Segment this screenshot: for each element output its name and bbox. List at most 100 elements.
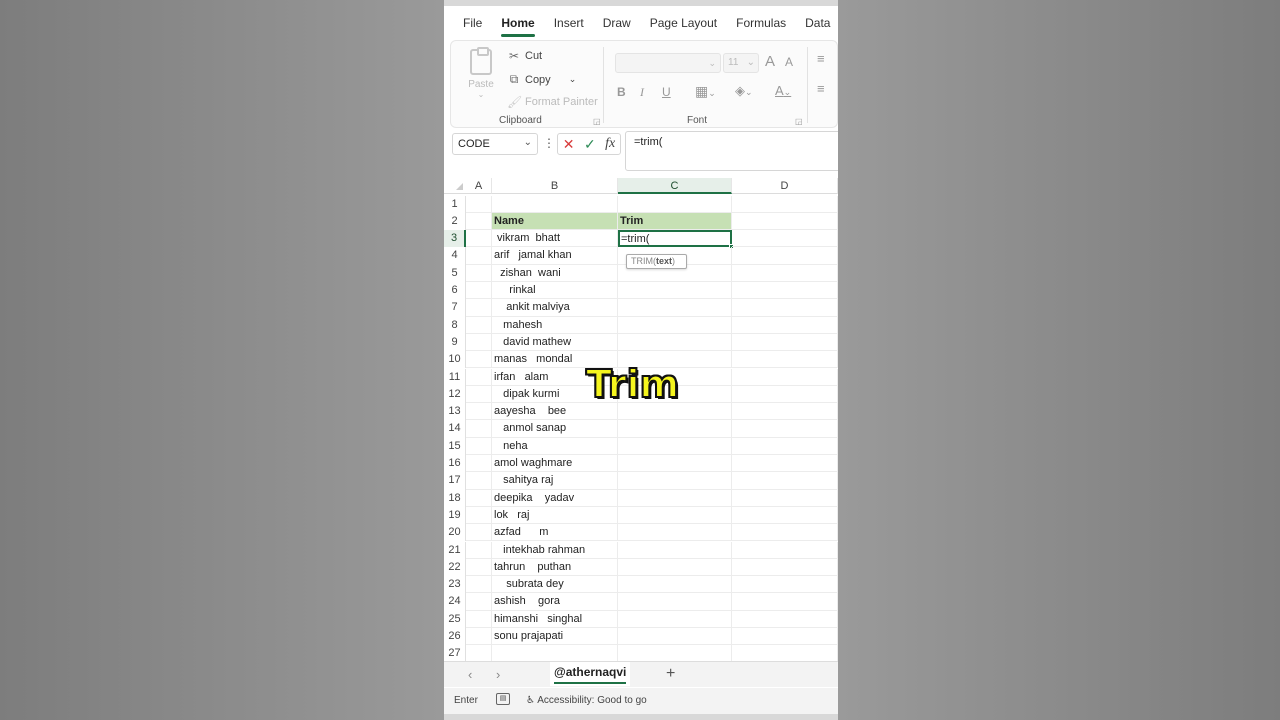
name-cell[interactable]: zishan wani — [492, 264, 618, 282]
cell[interactable] — [466, 403, 492, 421]
column-header-a[interactable]: A — [466, 178, 492, 194]
cell[interactable] — [732, 264, 838, 282]
cell[interactable] — [732, 628, 838, 646]
cell[interactable] — [618, 299, 732, 317]
sheet-tab[interactable]: @athernaqvi — [550, 662, 631, 686]
cell[interactable] — [732, 247, 838, 265]
name-box[interactable]: CODE ⌄ — [452, 133, 538, 155]
cell[interactable] — [732, 558, 838, 577]
chevron-right-icon[interactable]: › — [496, 667, 500, 682]
row-header[interactable]: 21 — [444, 541, 466, 559]
cell[interactable] — [732, 506, 838, 525]
cell[interactable] — [466, 645, 492, 663]
select-all-corner[interactable] — [444, 178, 466, 194]
cell[interactable] — [732, 299, 838, 317]
shrink-font-button[interactable]: A — [785, 55, 793, 69]
name-cell[interactable]: ankit malviya — [492, 299, 618, 317]
cell[interactable] — [618, 316, 732, 334]
cell[interactable] — [466, 282, 492, 300]
cell[interactable] — [466, 368, 492, 386]
cell[interactable] — [618, 628, 732, 646]
cell[interactable] — [732, 316, 838, 334]
name-cell[interactable]: intekhab rahman — [492, 541, 618, 559]
align-left-icon[interactable]: ≡ — [817, 81, 825, 96]
row-header[interactable]: 11 — [444, 368, 466, 386]
insert-function-icon[interactable]: fx — [605, 136, 615, 152]
fill-color-icon[interactable]: ◈⌄ — [735, 83, 753, 99]
row-header[interactable]: 10 — [444, 351, 466, 369]
cell[interactable] — [466, 455, 492, 473]
cell[interactable] — [732, 282, 838, 300]
cell[interactable] — [732, 489, 838, 507]
name-cell[interactable]: anmol sanap — [492, 420, 618, 438]
cancel-icon[interactable]: ✕ — [563, 136, 575, 153]
name-cell[interactable]: sonu prajapati — [492, 628, 618, 646]
name-cell[interactable]: david mathew — [492, 333, 618, 352]
cell[interactable] — [732, 351, 838, 369]
cell[interactable] — [466, 333, 492, 352]
tab-insert[interactable]: Insert — [554, 12, 584, 36]
cell[interactable] — [618, 333, 732, 352]
row-header[interactable]: 17 — [444, 472, 466, 490]
cell[interactable] — [466, 299, 492, 317]
column-header-b[interactable]: B — [492, 178, 618, 194]
cell[interactable] — [466, 195, 492, 213]
name-cell[interactable]: ashish gora — [492, 593, 618, 611]
cell[interactable] — [618, 506, 732, 525]
name-cell[interactable]: azfad m — [492, 524, 618, 542]
cell[interactable] — [466, 628, 492, 646]
name-cell[interactable]: arif jamal khan — [492, 247, 618, 265]
tab-page-layout[interactable]: Page Layout — [650, 12, 717, 36]
cell[interactable] — [732, 385, 838, 404]
row-header[interactable]: 4 — [444, 247, 466, 265]
row-header[interactable]: 27 — [444, 645, 466, 663]
name-cell[interactable]: lok raj — [492, 506, 618, 525]
column-header-d[interactable]: D — [732, 178, 838, 194]
cell[interactable] — [732, 368, 838, 386]
name-cell[interactable]: himanshi singhal — [492, 610, 618, 628]
cell[interactable] — [466, 437, 492, 455]
cell[interactable] — [492, 195, 618, 213]
cell[interactable] — [466, 264, 492, 282]
cell[interactable] — [732, 195, 838, 213]
cell[interactable] — [618, 472, 732, 490]
active-cell[interactable]: =trim( — [618, 230, 732, 248]
copy-button[interactable]: ⧉ Copy ⌄ — [507, 72, 577, 87]
cell[interactable] — [732, 610, 838, 628]
cell[interactable] — [732, 524, 838, 542]
cell[interactable] — [466, 420, 492, 438]
underline-button[interactable]: U — [662, 85, 671, 99]
header-cell-name[interactable]: Name — [492, 212, 618, 231]
cell[interactable] — [492, 645, 618, 663]
row-header[interactable]: 22 — [444, 558, 466, 577]
format-painter-button[interactable]: 🖌 Format Painter — [507, 95, 598, 109]
cell[interactable] — [618, 489, 732, 507]
row-header[interactable]: 9 — [444, 333, 466, 352]
cell[interactable] — [732, 333, 838, 352]
row-header[interactable]: 19 — [444, 506, 466, 525]
cell[interactable] — [466, 385, 492, 404]
tab-formulas[interactable]: Formulas — [736, 12, 786, 36]
row-header[interactable]: 20 — [444, 524, 466, 542]
row-header[interactable]: 2 — [444, 212, 466, 231]
row-header[interactable]: 23 — [444, 576, 466, 594]
paste-button[interactable]: Paste ⌄ — [465, 47, 497, 99]
cell[interactable] — [618, 576, 732, 594]
accessibility-status[interactable]: ♿︎ Accessibility: Good to go — [526, 695, 647, 706]
tab-data[interactable]: Data — [805, 12, 830, 36]
name-cell[interactable]: neha — [492, 437, 618, 455]
row-header[interactable]: 25 — [444, 610, 466, 628]
row-header[interactable]: 18 — [444, 489, 466, 507]
name-cell[interactable]: rinkal — [492, 282, 618, 300]
grow-font-button[interactable]: A — [765, 53, 775, 70]
more-options-icon[interactable]: ⋮ — [543, 136, 555, 150]
name-cell[interactable]: subrata dey — [492, 576, 618, 594]
cell[interactable] — [732, 472, 838, 490]
cut-button[interactable]: ✂ Cut — [507, 49, 542, 63]
cell[interactable] — [732, 455, 838, 473]
cell[interactable] — [618, 455, 732, 473]
font-name-select[interactable]: ⌄ — [615, 53, 721, 73]
row-header[interactable]: 3 — [444, 230, 466, 248]
header-cell-trim[interactable]: Trim — [618, 212, 732, 231]
chevron-left-icon[interactable]: ‹ — [468, 667, 472, 682]
